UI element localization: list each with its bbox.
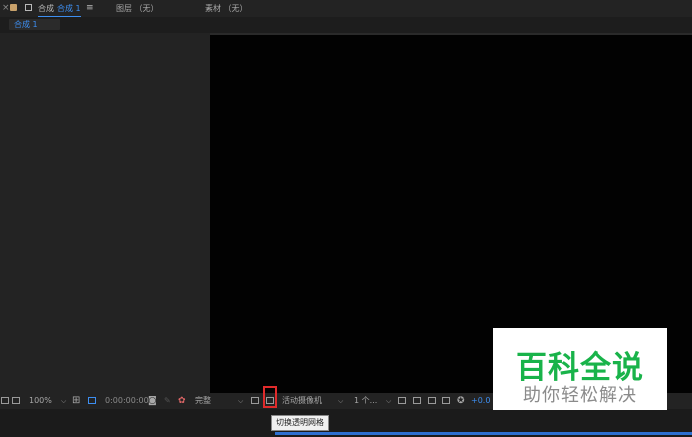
mask-visibility-icon[interactable] [88,397,96,404]
zoom-select[interactable]: 100% [29,396,52,406]
timeline-indicator [275,432,692,435]
lock-icon[interactable] [10,4,17,11]
safe-margins-icon[interactable]: ⊞ [72,396,80,406]
timeline-icon[interactable] [428,397,436,404]
tab-composition-label: 合成 1 [57,4,81,13]
highlight-box [263,386,277,408]
watermark-subtitle: 助你轻松解决 [523,385,637,406]
snapshot-icon[interactable]: ◙ [148,396,157,406]
tab-footage[interactable]: 素材 （无） [205,2,248,15]
panel-menu-icon[interactable]: ≡ [86,3,94,13]
viewer-edge [210,33,692,35]
fast-preview-icon[interactable] [413,397,421,404]
breadcrumb-item-comp[interactable]: 合成 1 [9,19,60,30]
chevron-down-icon[interactable]: ⌵ [338,396,343,406]
chevron-down-icon[interactable]: ⌵ [61,396,66,406]
view-layout-select[interactable]: 1 个... [354,396,377,406]
pixel-aspect-icon[interactable] [398,397,406,404]
always-preview-icon[interactable] [1,397,9,404]
chevron-down-icon[interactable]: ⌵ [238,396,243,406]
close-icon[interactable]: × [2,3,10,13]
exposure-value[interactable]: +0.0 [471,396,490,406]
monitor-icon[interactable] [12,397,20,404]
region-of-interest-icon[interactable] [251,397,259,404]
watermark-logo: 百科全说 助你轻松解决 [493,328,667,410]
left-panel [0,33,210,393]
resolution-select[interactable]: 完整 [195,396,211,406]
tab-composition-prefix: 合成 [38,4,54,13]
tooltip: 切换透明网格 [271,415,329,431]
panel-tab-bar: × 合成 合成 1 ≡ 图层 （无） 素材 （无） [0,0,692,17]
show-snapshot-icon[interactable]: ✎ [164,396,171,406]
current-time[interactable]: 0:00:00:00 [105,396,149,406]
breadcrumb: 合成 1 [0,17,692,33]
composition-icon [25,4,32,11]
chevron-down-icon[interactable]: ⌵ [386,396,391,406]
channel-icon[interactable]: ✿ [178,396,186,406]
camera-select[interactable]: 活动摄像机 [282,396,322,406]
flowchart-icon[interactable] [442,397,450,404]
exposure-reset-icon[interactable]: ✪ [457,396,465,406]
tab-composition[interactable]: 合成 合成 1 [38,2,81,17]
tab-layer[interactable]: 图层 （无） [116,2,159,15]
